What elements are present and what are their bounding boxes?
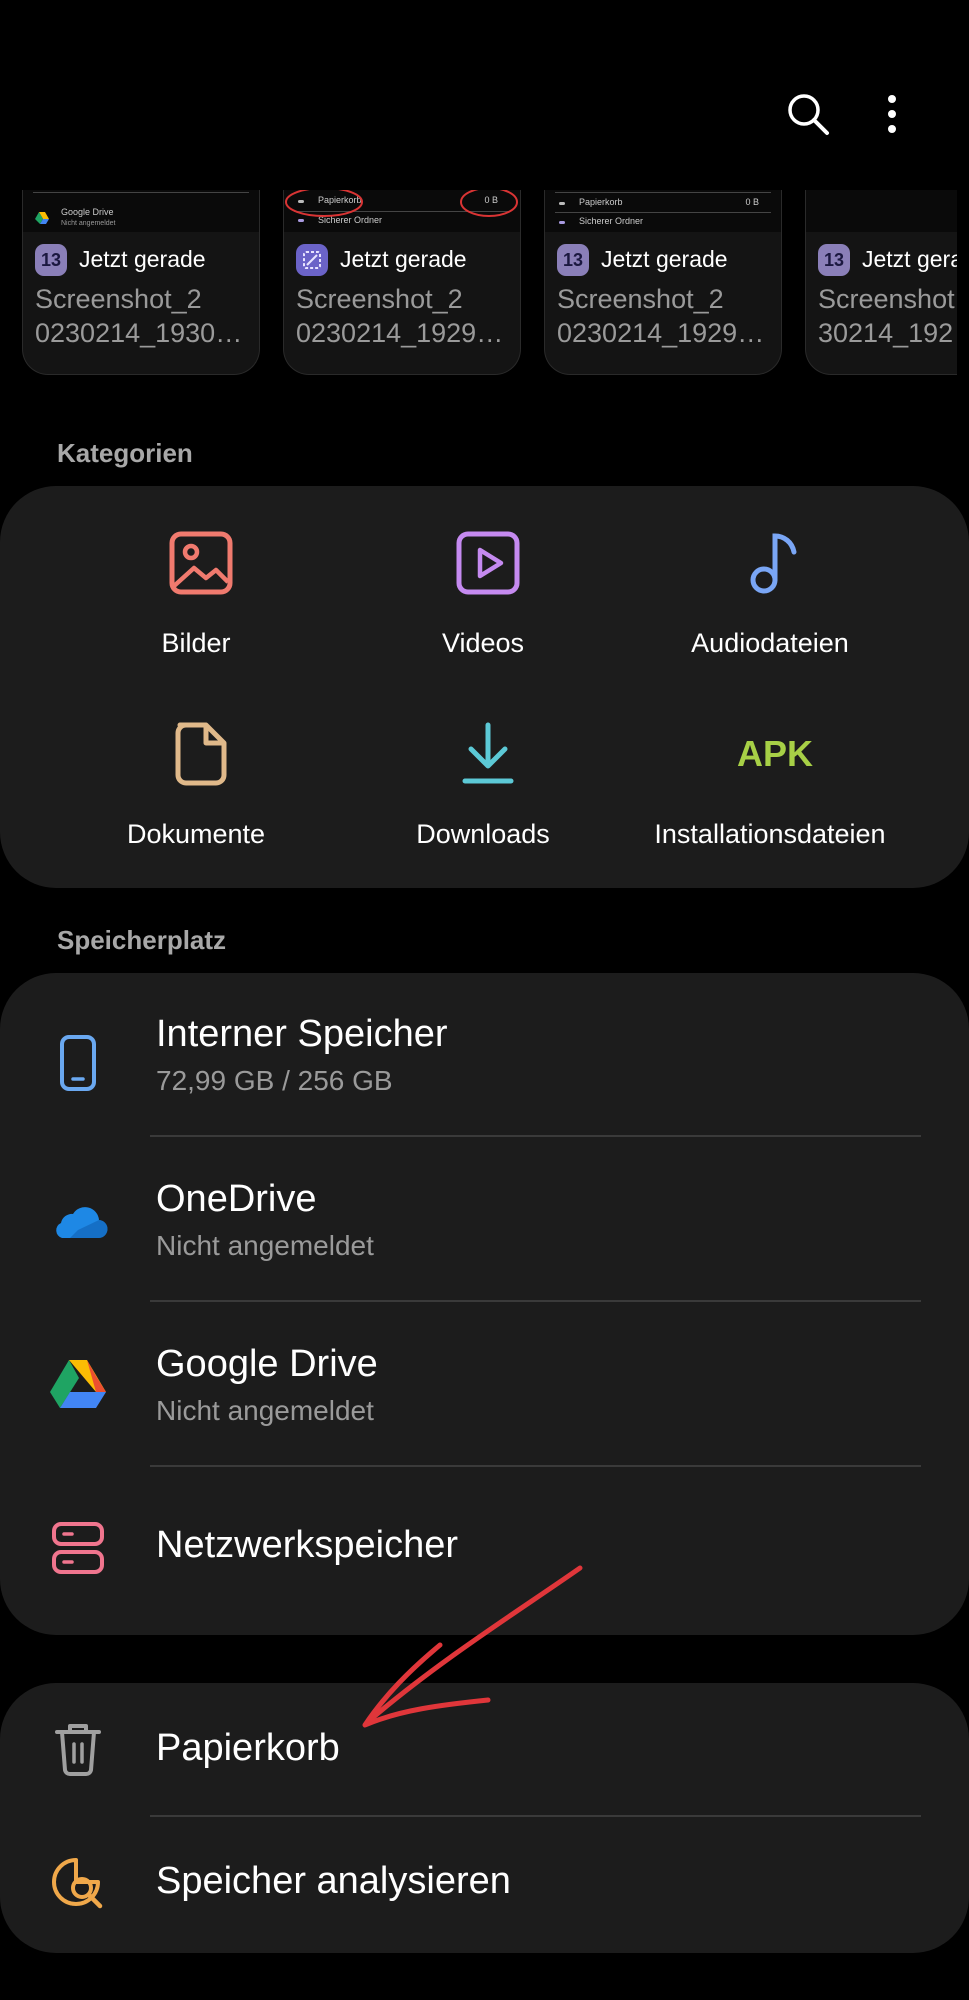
trash-item[interactable]: Papierkorb (0, 1683, 969, 1816)
recent-files-strip[interactable]: Google Drive Nicht angemeldet 13 Jetzt g… (22, 190, 957, 380)
category-images[interactable]: Bilder (56, 528, 336, 678)
phone-icon (46, 1031, 110, 1095)
storage-network[interactable]: Netzwerkspeicher (0, 1468, 969, 1633)
more-options-icon[interactable] (864, 86, 920, 142)
recent-file-time: Jetzt gerade (79, 246, 206, 272)
storage-usage: 72,99 GB / 256 GB (156, 1065, 393, 1096)
storage-panel: Interner Speicher 72,99 GB / 256 GB OneD… (0, 973, 969, 1635)
divider (150, 1135, 921, 1137)
recent-file-name: Screenshot_2 0230214_1929… (296, 284, 504, 348)
storage-status: Nicht angemeldet (156, 1230, 374, 1261)
storage-status: Nicht angemeldet (156, 1395, 374, 1426)
storage-title: Google Drive (156, 1343, 378, 1385)
analyze-storage-label: Speicher analysieren (156, 1860, 511, 1902)
recent-file-thumbnail: Google Drive Nicht angemeldet (23, 190, 259, 232)
storage-title: OneDrive (156, 1178, 317, 1220)
screenshot-app-icon: 13 (557, 244, 589, 276)
recent-file-time: Jetzt gera (862, 246, 957, 272)
document-icon (166, 719, 236, 789)
recent-file-card[interactable]: 13 Jetzt gera Screenshot 30214_192 (805, 190, 957, 375)
recent-file-thumbnail (806, 190, 957, 232)
categories-heading: Kategorien (57, 438, 193, 468)
categories-panel: Bilder Videos Audiodateien Dokumente Dow… (0, 486, 969, 888)
recent-file-name: Screenshot 30214_192 (818, 284, 955, 348)
category-installation-files[interactable]: APK Installationsdateien (630, 719, 910, 869)
category-videos[interactable]: Videos (343, 528, 623, 678)
category-audio[interactable]: Audiodateien (630, 528, 910, 678)
storage-onedrive[interactable]: OneDrive Nicht angemeldet (0, 1138, 969, 1303)
divider (150, 1300, 921, 1302)
storage-heading: Speicherplatz (57, 925, 227, 955)
recent-file-card[interactable]: Papierkorb 0 B Sicherer Ordner Jetzt ger… (283, 190, 521, 375)
top-app-bar (0, 0, 969, 180)
category-downloads[interactable]: Downloads (343, 719, 623, 869)
trash-icon (46, 1717, 110, 1781)
recent-file-name: Screenshot_2 0230214_1929… (557, 284, 765, 348)
recent-file-name: Screenshot_2 0230214_1930… (35, 284, 243, 348)
tools-panel: Papierkorb Speicher analysieren (0, 1683, 969, 1953)
recent-file-time: Jetzt gerade (601, 246, 728, 272)
google-drive-icon (46, 1351, 110, 1415)
image-icon (166, 528, 236, 598)
video-icon (453, 528, 523, 598)
divider (150, 1465, 921, 1467)
search-icon[interactable] (780, 86, 836, 142)
storage-title: Interner Speicher (156, 1013, 448, 1055)
storage-google-drive[interactable]: Google Drive Nicht angemeldet (0, 1303, 969, 1468)
server-icon (46, 1516, 110, 1580)
recent-file-card[interactable]: Papierkorb 0 B Sicherer Ordner 13 Jetzt … (544, 190, 782, 375)
screenshot-app-icon: 13 (818, 244, 850, 276)
music-icon (740, 528, 810, 598)
apk-icon: APK (737, 733, 814, 774)
recent-file-thumbnail: Papierkorb 0 B Sicherer Ordner (284, 190, 520, 232)
recent-file-time: Jetzt gerade (340, 246, 467, 272)
category-documents[interactable]: Dokumente (56, 719, 336, 869)
storage-internal[interactable]: Interner Speicher 72,99 GB / 256 GB (0, 973, 969, 1138)
download-icon (453, 719, 523, 789)
analyze-storage-item[interactable]: Speicher analysieren (0, 1818, 969, 1951)
recent-file-card[interactable]: Google Drive Nicht angemeldet 13 Jetzt g… (22, 190, 260, 375)
trash-label: Papierkorb (156, 1727, 340, 1769)
divider (150, 1815, 921, 1817)
onedrive-icon (46, 1188, 110, 1252)
storage-title: Netzwerkspeicher (156, 1524, 458, 1566)
edit-icon (296, 244, 328, 276)
screenshot-app-icon: 13 (35, 244, 67, 276)
recent-file-thumbnail: Papierkorb 0 B Sicherer Ordner (545, 190, 781, 232)
analyze-icon (46, 1852, 110, 1916)
